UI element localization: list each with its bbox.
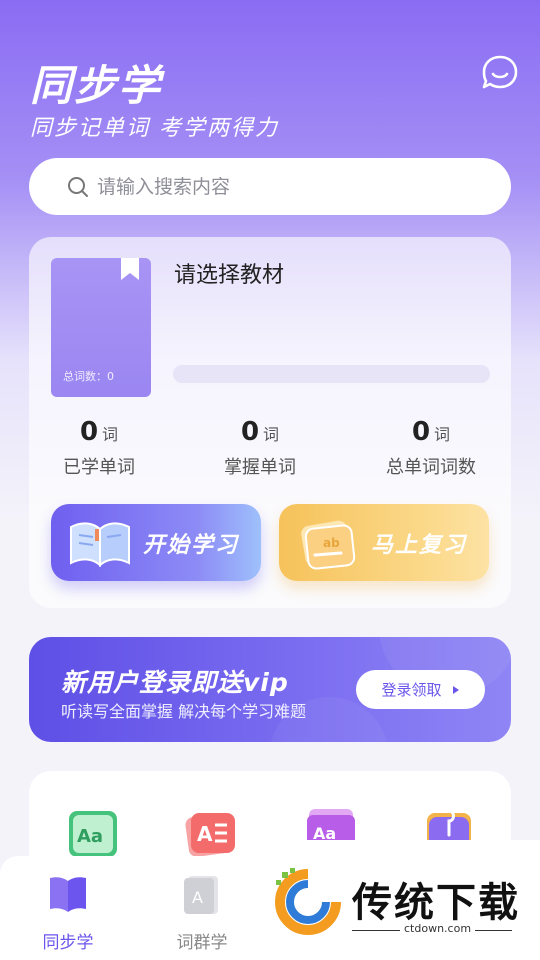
claim-vip-button[interactable]: 登录领取	[356, 670, 485, 709]
vip-title: 新用户登录即送vip	[61, 668, 289, 697]
book-icon	[50, 877, 86, 912]
tab-label: 同步学	[42, 933, 94, 953]
stat-unit: 词	[102, 425, 119, 444]
watermark-text: 传统下载	[352, 880, 520, 926]
svg-text:ab: ab	[323, 536, 340, 550]
tab-label: 词群学	[176, 933, 228, 953]
aa-card-icon[interactable]: Aa	[65, 805, 121, 861]
search-bar[interactable]	[29, 158, 511, 215]
tab-word-group[interactable]: A 词群学	[152, 872, 252, 953]
vip-subtitle: 听读写全面掌握 解决每个学习难题	[61, 702, 307, 721]
search-icon	[67, 176, 89, 198]
flashcard-icon: ab	[301, 520, 356, 570]
svg-text:A: A	[192, 888, 203, 907]
open-book-icon	[70, 521, 130, 567]
stat-value: 0	[79, 417, 99, 447]
chat-bubble-icon	[482, 55, 518, 89]
textbook-card: 总词数：0 请选择教材 0词 已学单词 0词 掌握单词 0词 总单词词数 开始学…	[29, 237, 511, 608]
svg-text:Aa: Aa	[77, 826, 103, 847]
svg-text:A: A	[197, 822, 213, 846]
textbook-cover[interactable]: 总词数：0	[51, 258, 151, 397]
start-learning-button[interactable]: 开始学习	[51, 504, 261, 581]
page-title: 同步学	[30, 61, 163, 110]
letter-a-card-icon: A	[184, 876, 218, 914]
stat-unit: 词	[434, 425, 451, 444]
arrow-right-icon	[452, 685, 459, 694]
watermark-url: ctdown.com	[400, 922, 476, 935]
stat-label: 总单词词数	[386, 457, 476, 478]
customer-service-button[interactable]	[481, 54, 519, 92]
stat-total: 0词 总单词词数	[351, 417, 511, 479]
search-input[interactable]	[97, 175, 457, 198]
stat-label: 已学单词	[63, 457, 135, 478]
select-textbook-link[interactable]: 请选择教材	[174, 257, 284, 289]
watermark-logo	[275, 868, 341, 935]
stat-unit: 词	[263, 425, 280, 444]
stat-value: 0	[240, 417, 260, 447]
study-progress-bar	[173, 365, 490, 383]
a-list-card-icon[interactable]: A	[183, 805, 239, 861]
review-now-button[interactable]: ab 马上复习	[279, 504, 489, 581]
stat-label: 掌握单词	[224, 457, 296, 478]
vip-promo-banner[interactable]: 新用户登录即送vip 听读写全面掌握 解决每个学习难题 登录领取	[29, 637, 511, 742]
stat-value: 0	[411, 417, 431, 447]
start-learning-label: 开始学习	[143, 532, 240, 558]
tab-sync-learn[interactable]: 同步学	[18, 872, 118, 953]
review-now-label: 马上复习	[371, 532, 468, 558]
bookmark-icon	[121, 258, 139, 280]
claim-vip-label: 登录领取	[381, 681, 442, 699]
page-subtitle: 同步记单词 考学两得力	[30, 116, 279, 141]
total-words-count: 总词数：0	[63, 370, 114, 383]
stat-mastered: 0词 掌握单词	[180, 417, 340, 479]
watermark: 传统下载 ctdown.com	[260, 840, 540, 960]
stat-learned: 0词 已学单词	[19, 417, 179, 479]
